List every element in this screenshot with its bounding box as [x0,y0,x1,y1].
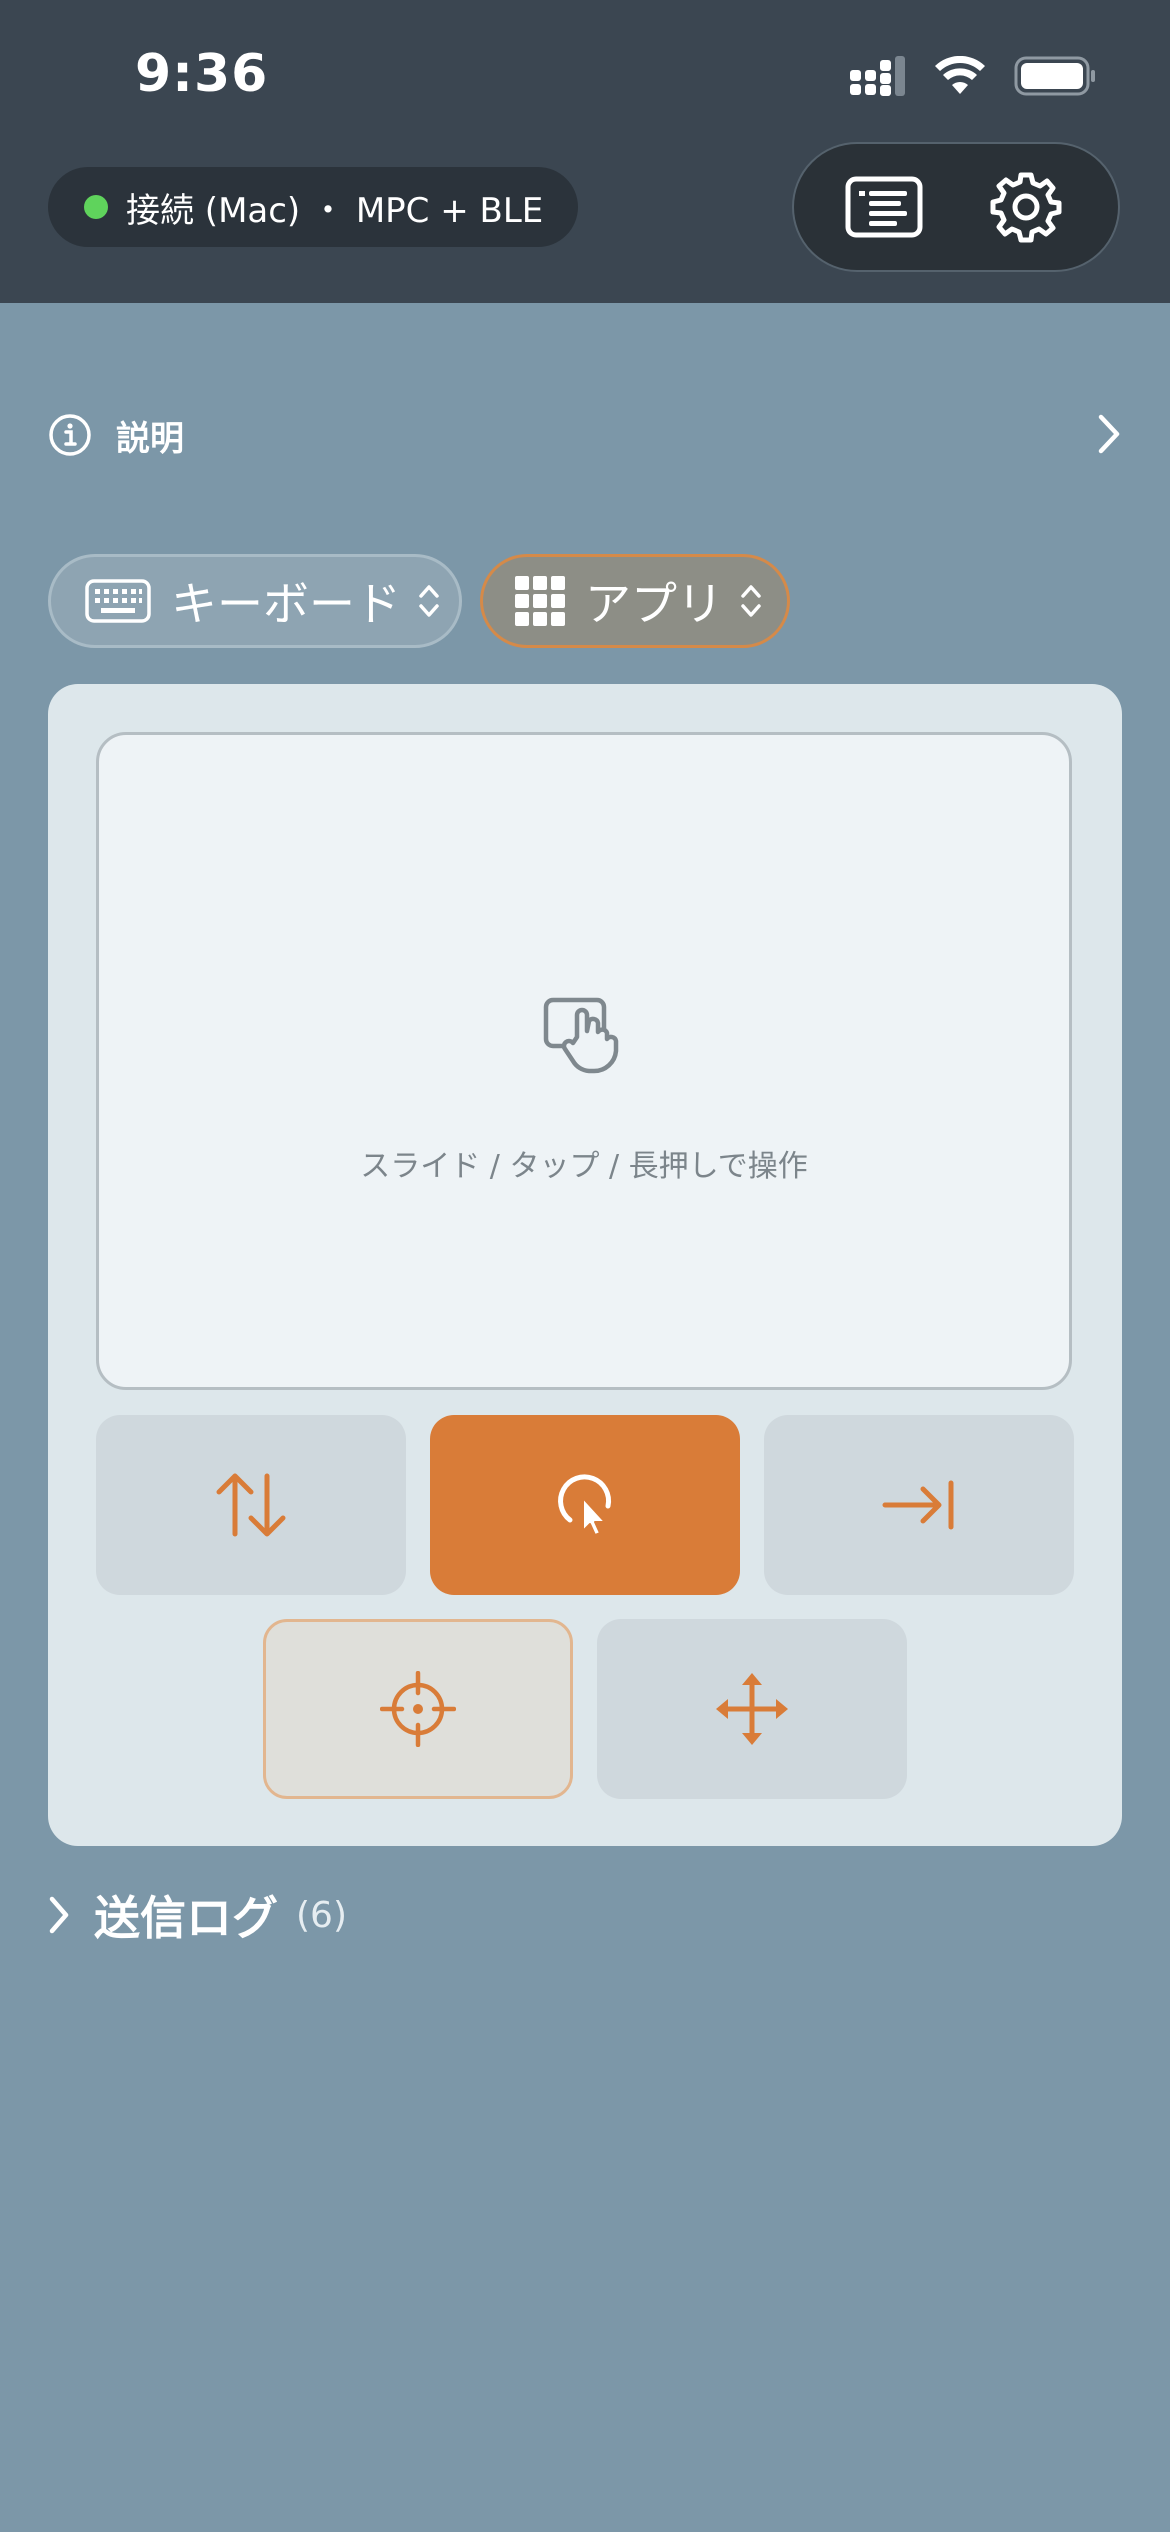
info-icon [49,414,91,456]
connection-status-label: 接続 (Mac) ・ MPC + BLE [126,190,544,231]
battery-icon [1014,56,1095,96]
crosshair-icon [380,1671,456,1747]
click-mode-button[interactable] [430,1415,740,1595]
app-grid-icon [515,576,565,626]
settings-button[interactable] [956,144,1096,270]
click-cursor-icon [558,1474,612,1536]
chevron-up-down-icon [419,585,439,617]
toolbar-pill [792,142,1120,272]
scroll-mode-button[interactable] [96,1415,406,1595]
wifi-icon [935,56,985,94]
target-mode-button[interactable] [263,1619,573,1799]
send-log-toggle[interactable]: 送信ログ (6) [48,1880,347,1950]
send-log-count: (6) [296,1894,347,1936]
app-mode-label: アプリ [585,577,723,631]
connection-status-dot [84,195,108,219]
top-header: 9:36 接続 (Mac) ・ MPC + BLE [0,0,1170,303]
trackpad-area[interactable]: スライド / タップ / 長押しで操作 [96,732,1072,1390]
send-log-title: 送信ログ [94,1891,278,1945]
cellular-signal-icon [850,56,905,96]
keyboard-mode-chip[interactable]: キーボード [48,554,462,648]
chevron-up-down-icon [741,585,761,617]
log-panel-button[interactable] [814,144,954,270]
keyboard-icon [85,579,151,623]
tab-mode-button[interactable] [764,1415,1074,1595]
control-card: スライド / タップ / 長押しで操作 [48,684,1122,1846]
chevron-right-icon [49,1896,69,1934]
scroll-arrows-icon [216,1473,286,1537]
move-mode-button[interactable] [597,1619,907,1799]
trackpad-hint: スライド / タップ / 長押しで操作 [360,1149,808,1184]
chevron-right-icon [1098,414,1120,454]
info-row[interactable]: 説明 [48,400,1122,470]
app-mode-chip[interactable]: アプリ [480,554,790,648]
keyboard-mode-label: キーボード [171,577,401,631]
list-panel-icon [845,176,923,238]
move-arrows-icon [716,1673,788,1745]
connection-status-pill[interactable]: 接続 (Mac) ・ MPC + BLE [48,167,578,247]
tab-arrow-icon [882,1480,954,1530]
touch-gesture-icon [543,997,619,1074]
gear-icon [990,172,1062,243]
status-icons [850,56,1096,96]
status-time: 9:36 [135,44,269,104]
info-label: 説明 [116,418,184,459]
